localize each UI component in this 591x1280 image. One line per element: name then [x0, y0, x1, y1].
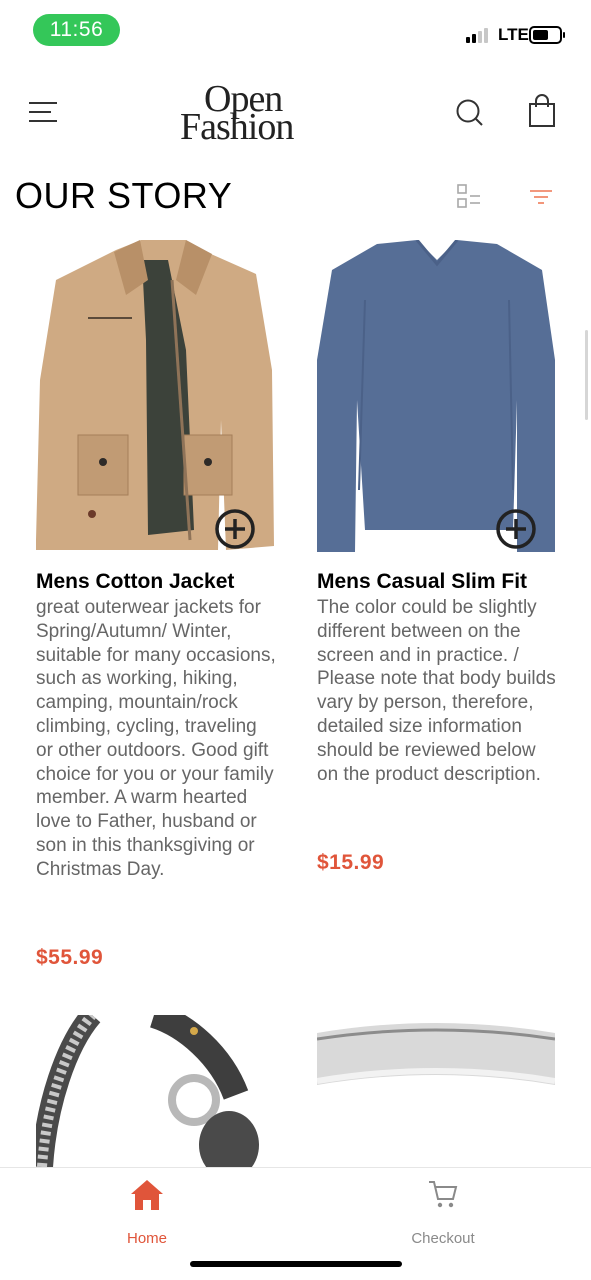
app-header: Open Fashion: [0, 70, 591, 160]
tab-home[interactable]: Home: [87, 1178, 207, 1248]
tab-checkout-label: Checkout: [411, 1230, 475, 1247]
menu-button[interactable]: [28, 100, 58, 124]
cart-icon: [429, 1181, 458, 1208]
shopping-bag-button[interactable]: [527, 94, 557, 128]
search-icon: [456, 99, 483, 126]
logo-text-fashion: Fashion: [180, 106, 294, 148]
bracelet-image: [36, 1015, 274, 1167]
home-icon: [131, 1180, 163, 1210]
section-title: OUR STORY: [15, 175, 233, 216]
product-card[interactable]: [36, 1015, 276, 1167]
product-description: The color could be slightly different be…: [317, 597, 556, 785]
shirt-image: [317, 240, 555, 552]
network-type: LTE: [498, 25, 529, 44]
status-time: 11:56: [33, 14, 120, 46]
product-description: great outerwear jackets for Spring/Autum…: [36, 597, 276, 880]
scrollbar[interactable]: [585, 330, 588, 420]
product-image[interactable]: [317, 240, 555, 552]
product-image[interactable]: [36, 240, 274, 552]
product-price: $55.99: [36, 946, 104, 969]
menu-icon: [29, 102, 57, 122]
add-circle-icon: [215, 509, 255, 549]
shopping-bag-icon: [529, 94, 555, 127]
tab-home-label: Home: [126, 1230, 167, 1247]
bangle-image: [317, 1015, 556, 1167]
filter-icon: [530, 190, 552, 204]
list-view-button[interactable]: [455, 182, 483, 210]
jacket-image: [36, 240, 274, 552]
tab-checkout[interactable]: Checkout: [383, 1178, 503, 1248]
battery-icon: [529, 26, 565, 44]
search-button[interactable]: [455, 98, 485, 128]
product-name[interactable]: Mens Cotton Jacket: [36, 569, 234, 595]
add-to-cart-button[interactable]: [214, 508, 256, 550]
add-circle-icon: [496, 509, 536, 549]
status-bar: 11:56 LTE: [0, 0, 591, 60]
product-price: $15.99: [317, 851, 385, 874]
product-card[interactable]: [317, 1015, 557, 1167]
filter-button[interactable]: [528, 186, 554, 208]
list-view-icon: [457, 184, 480, 208]
add-to-cart-button[interactable]: [495, 508, 537, 550]
home-indicator[interactable]: [190, 1261, 402, 1267]
product-name[interactable]: Mens Casual Slim Fit: [317, 569, 527, 595]
signal-strength-icon: [466, 27, 488, 43]
brand-logo[interactable]: Open Fashion: [180, 80, 330, 150]
